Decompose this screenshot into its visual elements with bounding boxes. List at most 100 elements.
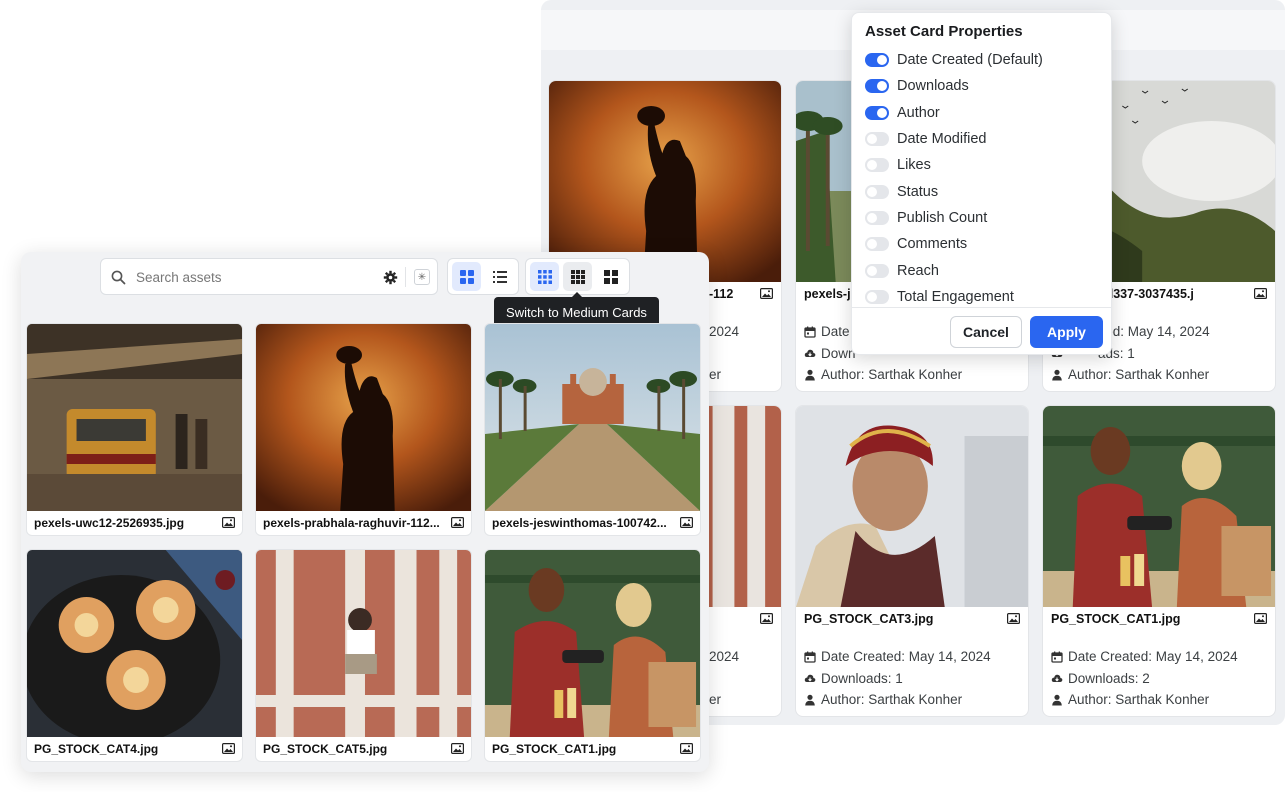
image-type-icon	[760, 288, 773, 299]
asset-filename: PG_STOCK_CAT1.jpg	[1051, 612, 1181, 626]
image-type-icon	[451, 743, 464, 754]
property-publish-count[interactable]: Publish Count	[865, 205, 1043, 231]
list-view-icon	[492, 270, 507, 283]
medium-cards-icon	[570, 269, 585, 284]
author: Author: Sarthak Konher	[1068, 692, 1210, 707]
property-label: Downloads	[897, 78, 969, 95]
large-cards-button[interactable]	[596, 262, 625, 291]
popover-divider	[852, 307, 1111, 308]
search-divider	[405, 267, 406, 287]
search-icon	[111, 270, 126, 285]
asset-card[interactable]: PG_STOCK_CAT4.jpg	[26, 549, 243, 762]
asset-card[interactable]: pexels-jeswinthomas-100742...	[484, 323, 701, 536]
apply-button[interactable]: Apply	[1030, 316, 1103, 348]
property-label: Total Engagement	[897, 288, 1014, 305]
asset-thumbnail	[1043, 406, 1275, 607]
asset-thumbnail	[796, 406, 1028, 607]
asset-card[interactable]: PG_STOCK_CAT3.jpg Date Created: May 14, …	[795, 405, 1029, 717]
downloads-row: Downloads: 1	[804, 668, 991, 690]
asset-thumbnail	[485, 550, 700, 737]
view-mode-toggle	[447, 258, 519, 295]
image-type-icon	[1254, 613, 1267, 624]
person-icon	[804, 694, 816, 706]
downloads: Downloads: 2	[1068, 670, 1150, 686]
date-row: Date Created: May 14, 2024	[1051, 646, 1238, 668]
toggle-switch[interactable]	[865, 79, 889, 94]
large-cards-icon	[603, 269, 618, 284]
asset-filename: PG_STOCK_CAT4.jpg	[34, 742, 159, 756]
property-date-created[interactable]: Date Created (Default)	[865, 47, 1043, 73]
gear-icon[interactable]	[383, 270, 398, 285]
asset-filename: had337-3037435.j	[1091, 287, 1194, 301]
date-created: Date Created: May 14, 2024	[821, 649, 991, 664]
ai-sparkle-icon[interactable]: ✳	[414, 269, 430, 285]
downloads-row: Downloads: 2	[1051, 668, 1238, 690]
property-label: Likes	[897, 157, 931, 174]
author: Author: Sarthak Konher	[821, 367, 963, 382]
date-created: Date Created: May 14, 2024	[1068, 649, 1238, 664]
date-row: Date Created: May 14, 2024	[804, 646, 991, 668]
asset-filename: pexels-prabhala-raghuvir-112...	[263, 516, 440, 530]
date-created: 2024	[709, 649, 740, 664]
date-created: Date	[821, 324, 850, 339]
asset-card[interactable]: PG_STOCK_CAT1.jpg	[484, 549, 701, 762]
asset-thumbnail	[27, 550, 242, 737]
toggle-switch[interactable]	[865, 158, 889, 173]
toggle-switch[interactable]	[865, 289, 889, 304]
asset-thumbnail	[485, 324, 700, 511]
toggle-switch[interactable]	[865, 210, 889, 225]
author-row: Author: Sarthak Konher	[804, 689, 991, 711]
property-reach[interactable]: Reach	[865, 257, 1043, 283]
calendar-icon	[804, 651, 816, 663]
grid-view-button[interactable]	[452, 262, 481, 291]
asset-card[interactable]: pexels-uwc12-2526935.jpg	[26, 323, 243, 536]
cloud-download-icon	[804, 347, 816, 359]
toggle-switch[interactable]	[865, 184, 889, 199]
cancel-button[interactable]: Cancel	[950, 316, 1022, 348]
calendar-icon	[1051, 651, 1063, 663]
asset-thumbnail	[27, 324, 242, 511]
toggle-switch[interactable]	[865, 132, 889, 147]
toggle-switch[interactable]	[865, 263, 889, 278]
asset-card-properties-popover: Asset Card Properties Date Created (Defa…	[851, 12, 1112, 355]
small-cards-icon	[537, 269, 552, 284]
property-author[interactable]: Author	[865, 100, 1043, 126]
asset-card[interactable]: PG_STOCK_CAT1.jpg Date Created: May 14, …	[1042, 405, 1276, 717]
image-type-icon	[1254, 288, 1267, 299]
author: Author: Sarthak Konher	[1068, 367, 1210, 382]
property-label: Status	[897, 183, 939, 200]
image-type-icon	[222, 743, 235, 754]
asset-thumbnail	[256, 324, 471, 511]
medium-cards-panel: ✳ Switch to Medium Cards	[21, 252, 709, 772]
asset-card[interactable]: pexels-prabhala-raghuvir-112...	[255, 323, 472, 536]
medium-cards-button[interactable]	[563, 262, 592, 291]
toggle-switch[interactable]	[865, 237, 889, 252]
property-label: Author	[897, 104, 940, 121]
asset-filename: PG_STOCK_CAT5.jpg	[263, 742, 388, 756]
person-icon	[1051, 694, 1063, 706]
toggle-switch[interactable]	[865, 105, 889, 120]
cloud-download-icon	[1051, 672, 1063, 684]
grid-view-icon	[459, 269, 474, 284]
asset-thumbnail	[256, 550, 471, 737]
card-size-toggle	[525, 258, 630, 295]
search-input[interactable]	[136, 267, 366, 287]
property-label: Date Modified	[897, 131, 987, 148]
toggle-switch[interactable]	[865, 53, 889, 68]
image-type-icon	[222, 517, 235, 528]
property-downloads[interactable]: Downloads	[865, 73, 1043, 99]
property-comments[interactable]: Comments	[865, 231, 1043, 257]
author-row: Author: Sarthak Konher	[804, 364, 962, 386]
author: Author: Sarthak Konher	[821, 692, 963, 707]
property-date-modified[interactable]: Date Modified	[865, 126, 1043, 152]
asset-card[interactable]: PG_STOCK_CAT5.jpg	[255, 549, 472, 762]
popover-title: Asset Card Properties	[865, 23, 1023, 40]
small-cards-button[interactable]	[530, 262, 559, 291]
image-type-icon	[680, 743, 693, 754]
asset-filename: PG_STOCK_CAT3.jpg	[804, 612, 934, 626]
property-status[interactable]: Status	[865, 178, 1043, 204]
author: er	[709, 367, 722, 382]
list-view-button[interactable]	[485, 262, 514, 291]
property-likes[interactable]: Likes	[865, 152, 1043, 178]
